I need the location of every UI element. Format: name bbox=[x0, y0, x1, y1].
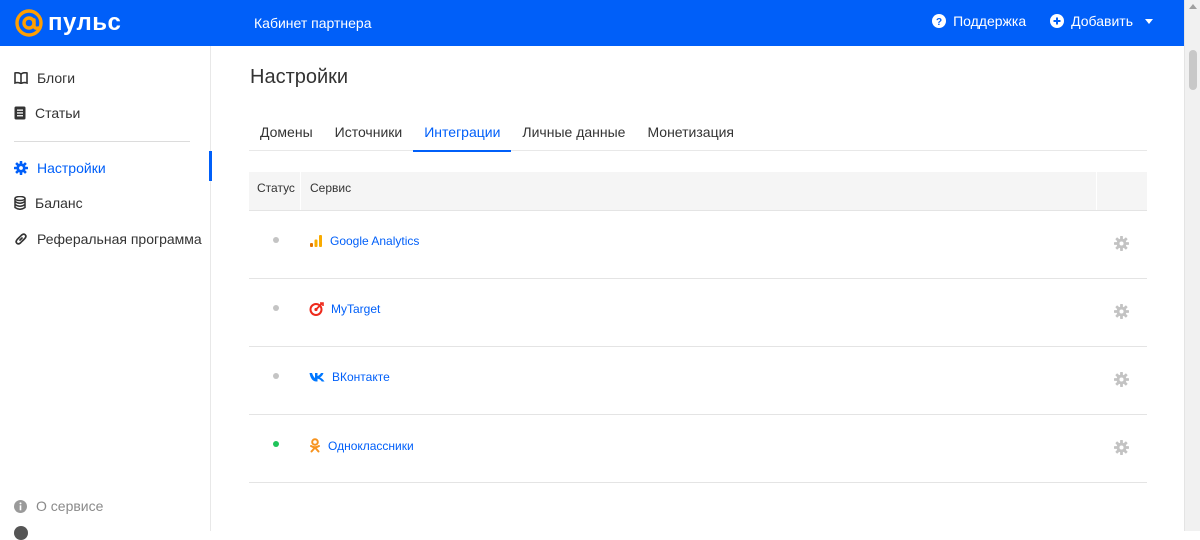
tab-monetization[interactable]: Монетизация bbox=[636, 114, 745, 151]
sidebar-item-referral[interactable]: Реферальная программа bbox=[0, 222, 211, 256]
top-bar: пульс Кабинет партнера ? Поддержка Добав… bbox=[0, 0, 1184, 46]
sidebar-item-balance[interactable]: Баланс bbox=[0, 186, 211, 220]
scroll-thumb[interactable] bbox=[1189, 50, 1197, 90]
page-title: Настройки bbox=[250, 66, 349, 88]
status-indicator bbox=[273, 305, 279, 311]
gear-icon[interactable] bbox=[1114, 236, 1129, 251]
service-name: MyTarget bbox=[331, 302, 381, 316]
mytarget-icon bbox=[309, 302, 324, 316]
sidebar: Блоги Статьи Настройки Баланс Реферальна… bbox=[0, 46, 212, 540]
support-link[interactable]: ? Поддержка bbox=[932, 13, 1026, 29]
column-header-service: Сервис bbox=[301, 172, 1097, 210]
service-name: Google Analytics bbox=[330, 234, 420, 248]
sidebar-item-label: Реферальная программа bbox=[37, 231, 202, 247]
gear-icon[interactable] bbox=[1114, 372, 1129, 387]
sidebar-item-label: Блоги bbox=[37, 70, 76, 86]
sidebar-item-settings[interactable]: Настройки bbox=[0, 151, 212, 185]
book-icon bbox=[14, 72, 28, 84]
table-row: Одноклассники bbox=[249, 415, 1147, 483]
logo-text: пульс bbox=[48, 9, 122, 36]
info-icon bbox=[14, 499, 27, 513]
gear-icon bbox=[14, 161, 28, 175]
settings-tabs: Домены Источники Интеграции Личные данны… bbox=[249, 114, 1147, 152]
svg-text:?: ? bbox=[936, 17, 942, 28]
sidebar-divider bbox=[14, 141, 190, 142]
gear-icon[interactable] bbox=[1114, 304, 1129, 319]
table-row: MyTarget bbox=[249, 279, 1147, 347]
chevron-down-icon bbox=[1145, 18, 1153, 24]
service-link[interactable]: Одноклассники bbox=[309, 438, 414, 453]
sidebar-item-articles[interactable]: Статьи bbox=[0, 96, 211, 130]
service-link[interactable]: Google Analytics bbox=[309, 234, 419, 248]
table-row: Google Analytics bbox=[249, 211, 1147, 279]
tab-domains[interactable]: Домены bbox=[249, 114, 324, 151]
status-indicator bbox=[273, 441, 279, 447]
service-name: ВКонтакте bbox=[332, 370, 390, 384]
tab-personal-data[interactable]: Личные данные bbox=[511, 114, 636, 151]
table-header: Статус Сервис bbox=[249, 172, 1147, 211]
support-label: Поддержка bbox=[953, 13, 1027, 29]
service-link[interactable]: MyTarget bbox=[309, 302, 380, 316]
section-title: Кабинет партнера bbox=[254, 15, 372, 31]
scroll-up-arrow-icon[interactable] bbox=[1189, 4, 1197, 9]
sidebar-item-label: Настройки bbox=[37, 160, 106, 176]
logo[interactable]: пульс bbox=[14, 7, 121, 39]
google-analytics-icon bbox=[310, 235, 322, 247]
service-name: Одноклассники bbox=[328, 438, 414, 453]
integrations-table: Статус Сервис Google Analytics MyTarget … bbox=[249, 172, 1147, 483]
database-icon bbox=[14, 196, 26, 210]
scrollbar[interactable] bbox=[1184, 0, 1200, 531]
service-link[interactable]: ВКонтакте bbox=[309, 370, 390, 384]
vk-icon bbox=[309, 373, 325, 382]
document-icon bbox=[14, 106, 26, 120]
column-header-status: Статус bbox=[249, 172, 301, 210]
sidebar-item-blogs[interactable]: Блоги bbox=[0, 61, 211, 95]
about-label: О сервисе bbox=[36, 498, 104, 514]
tab-sources[interactable]: Источники bbox=[324, 114, 414, 151]
status-indicator bbox=[273, 237, 279, 243]
link-icon bbox=[15, 233, 27, 245]
table-row: ВКонтакте bbox=[249, 347, 1147, 415]
add-button[interactable]: Добавить bbox=[1050, 13, 1160, 29]
tab-integrations[interactable]: Интеграции bbox=[413, 114, 512, 152]
sidebar-item-label: Баланс bbox=[35, 195, 83, 211]
column-header-actions bbox=[1097, 172, 1147, 210]
about-service-link[interactable]: О сервисе bbox=[14, 498, 103, 514]
question-icon: ? bbox=[932, 14, 947, 28]
status-indicator bbox=[273, 373, 279, 379]
gear-icon[interactable] bbox=[1114, 440, 1129, 455]
odnoklassniki-icon bbox=[310, 438, 320, 453]
plus-circle-icon bbox=[1050, 14, 1065, 28]
add-label: Добавить bbox=[1071, 13, 1133, 29]
at-logo-icon bbox=[15, 9, 43, 37]
user-avatar-icon[interactable] bbox=[14, 526, 28, 540]
sidebar-item-label: Статьи bbox=[35, 105, 81, 121]
